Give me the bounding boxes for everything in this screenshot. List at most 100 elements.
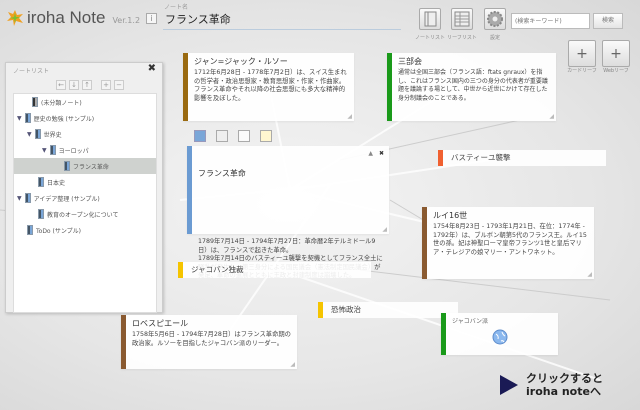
copy-button[interactable] bbox=[238, 130, 250, 142]
tree-item[interactable]: (未分類ノート) bbox=[32, 94, 82, 110]
web-leaf-label: Webリーフ bbox=[603, 68, 629, 74]
expand-arrow-icon[interactable]: ▼ bbox=[17, 195, 22, 202]
tree-item[interactable]: ▼ ヨーロッパ bbox=[42, 142, 89, 158]
settings-label: 設定 bbox=[489, 35, 500, 41]
card-louis-xvi[interactable]: ルイ16世 1754年8月23日 - 1793年1月21日、在位：1774年 -… bbox=[422, 207, 594, 279]
tree-item-label: ヨーロッパ bbox=[58, 147, 89, 155]
collapse-icon[interactable]: ▲ bbox=[368, 150, 373, 157]
notebook-icon bbox=[424, 11, 437, 27]
tree-item[interactable]: ▼ 歴史の勉強 (サンプル) bbox=[17, 110, 94, 126]
card-color-toolbar bbox=[194, 130, 272, 142]
notebook-icon bbox=[24, 113, 31, 123]
search-button[interactable]: 検索 bbox=[593, 13, 623, 29]
expand-arrow-icon[interactable]: ▼ bbox=[42, 147, 47, 154]
notebook-icon bbox=[64, 161, 70, 171]
resize-handle-icon[interactable]: ◢ bbox=[290, 361, 295, 368]
tree-item-label: ToDo (サンプル) bbox=[36, 227, 82, 235]
link-button[interactable] bbox=[216, 130, 228, 142]
app-name: iroha Note bbox=[27, 8, 106, 27]
notebook-icon bbox=[34, 129, 41, 139]
tree-item-label: アイデア整理 (サンプル) bbox=[33, 195, 100, 203]
info-button[interactable]: i bbox=[146, 13, 157, 24]
card-title: ロベスピエール bbox=[132, 319, 189, 328]
card-body: 1754年8月23日 - 1793年1月21日、在位：1774年 - 1792年… bbox=[433, 223, 587, 256]
notebook-icon bbox=[38, 177, 44, 187]
plus-icon: + bbox=[576, 46, 588, 62]
card-rousseau[interactable]: ジャン=ジャック・ルソー 1712年6月28日 - 1778年7月2日）は、スイ… bbox=[183, 53, 354, 121]
card-body: 通常は全国三部会（フランス語：ftats gnraux）を指し、これはフランス国… bbox=[398, 69, 548, 102]
card-body: 1758年5月6日 - 1794年7月28日）はフランス革命期の政治家。ルソーを… bbox=[132, 331, 291, 347]
tree-item[interactable]: ToDo (サンプル) bbox=[27, 222, 81, 238]
card-body: 1712年6月28日 - 1778年7月2日）は、スイス生まれの哲学者・政治思想… bbox=[194, 69, 347, 102]
add-web-leaf-button[interactable]: + bbox=[602, 40, 630, 67]
card-french-revolution[interactable]: フランス革命 ▲ ✖ 1789年7月14日 - 1794年7月27日：革命暦2年… bbox=[187, 146, 389, 279]
add-card-leaf-button[interactable]: + bbox=[568, 40, 596, 67]
tree-item[interactable]: ▼ アイデア整理 (サンプル) bbox=[17, 190, 100, 206]
grid-list-icon bbox=[454, 11, 470, 27]
tree-item-label: フランス革命 bbox=[73, 163, 109, 171]
note-tree: (未分類ノート) ▼ 歴史の勉強 (サンプル) ▼ 世界史 ▼ ヨーロッパ フランス革… bbox=[13, 93, 157, 313]
notebook-icon bbox=[49, 145, 56, 155]
notelist-button[interactable] bbox=[419, 8, 441, 30]
card-title: ジャン=ジャック・ルソー bbox=[194, 57, 288, 66]
resize-handle-icon[interactable]: ◢ bbox=[549, 113, 554, 120]
panel-title: ノートリスト bbox=[13, 68, 50, 75]
strip-reign-of-terror[interactable]: 恐怖政治 bbox=[318, 302, 458, 318]
leaflist-button[interactable] bbox=[451, 8, 473, 30]
goto-iroha-note-link[interactable]: クリックすると iroha noteへ bbox=[500, 372, 603, 398]
plus-icon: + bbox=[610, 46, 622, 62]
expand-arrow-icon[interactable]: ▼ bbox=[17, 115, 22, 122]
leaflist-label: リーフリスト bbox=[447, 35, 477, 41]
card-leaf-label: カードリーフ bbox=[567, 68, 597, 74]
web-card-jacobins[interactable]: ジャコバン派 bbox=[441, 313, 558, 355]
strip-jacobin-dictatorship[interactable]: ジャコバン独裁 bbox=[178, 262, 371, 278]
maple-leaf-icon bbox=[6, 9, 24, 27]
play-arrow-icon bbox=[500, 375, 518, 395]
app-version: Ver.1.2 bbox=[112, 16, 141, 25]
card-robespierre[interactable]: ロベスピエール 1758年5月6日 - 1794年7月28日）はフランス革命期の… bbox=[121, 315, 297, 369]
app-logo: iroha Note Ver.1.2 bbox=[6, 8, 140, 28]
tree-item[interactable]: 日本史 bbox=[38, 174, 65, 190]
close-icon[interactable]: ✖ bbox=[148, 63, 156, 74]
tree-item-selected[interactable]: フランス革命 bbox=[14, 158, 156, 174]
notebook-icon bbox=[27, 225, 33, 235]
tree-item[interactable]: 教育のオープン化について bbox=[38, 206, 118, 222]
notelist-label: ノートリスト bbox=[414, 35, 445, 41]
card-title: フランス革命 bbox=[198, 169, 246, 178]
strip-bastille[interactable]: バスティーユ襲撃 bbox=[438, 150, 606, 166]
notebook-icon bbox=[38, 209, 44, 219]
resize-handle-icon[interactable]: ◢ bbox=[382, 226, 387, 233]
search-input[interactable] bbox=[511, 13, 590, 29]
tree-item[interactable]: ▼ 世界史 bbox=[27, 126, 62, 142]
edit-button[interactable] bbox=[260, 130, 272, 142]
cta-line1: クリックすると bbox=[526, 372, 603, 385]
add-note-button[interactable]: + bbox=[101, 80, 111, 90]
card-title: 三部会 bbox=[398, 57, 422, 66]
settings-button[interactable] bbox=[484, 8, 506, 30]
card-estates-general[interactable]: 三部会 通常は全国三部会（フランス語：ftats gnraux）を指し、これはフ… bbox=[387, 53, 556, 121]
move-down-button[interactable]: ↓ bbox=[69, 80, 79, 90]
card-title: ルイ16世 bbox=[433, 211, 468, 220]
tree-item-label: 歴史の勉強 (サンプル) bbox=[33, 115, 95, 123]
card-title: ジャコバン派 bbox=[452, 318, 489, 325]
color-swatch-button[interactable] bbox=[194, 130, 206, 142]
globe-icon bbox=[492, 329, 508, 345]
cta-line2: iroha noteへ bbox=[526, 385, 601, 398]
note-name-input[interactable] bbox=[163, 9, 401, 30]
gear-icon bbox=[487, 11, 503, 27]
remove-note-button[interactable]: − bbox=[114, 80, 124, 90]
move-up-button[interactable]: ↑ bbox=[82, 80, 92, 90]
tree-item-label: (未分類ノート) bbox=[41, 99, 82, 107]
resize-handle-icon[interactable]: ◢ bbox=[587, 271, 592, 278]
tree-toolbar: ← ↓ ↑ + − bbox=[56, 80, 124, 90]
notelist-panel: ノートリスト ✖ ← ↓ ↑ + − (未分類ノート) ▼ 歴史の勉強 (サンプル… bbox=[5, 62, 163, 313]
tree-item-label: 教育のオープン化について bbox=[47, 211, 119, 219]
close-icon[interactable]: ✖ bbox=[379, 150, 384, 157]
tree-item-label: 世界史 bbox=[43, 131, 62, 139]
notebook-icon bbox=[24, 193, 31, 203]
resize-handle-icon[interactable]: ◢ bbox=[347, 113, 352, 120]
notebook-icon bbox=[32, 97, 38, 107]
expand-arrow-icon[interactable]: ▼ bbox=[27, 131, 32, 138]
tree-item-label: 日本史 bbox=[47, 179, 66, 187]
move-left-button[interactable]: ← bbox=[56, 80, 66, 90]
